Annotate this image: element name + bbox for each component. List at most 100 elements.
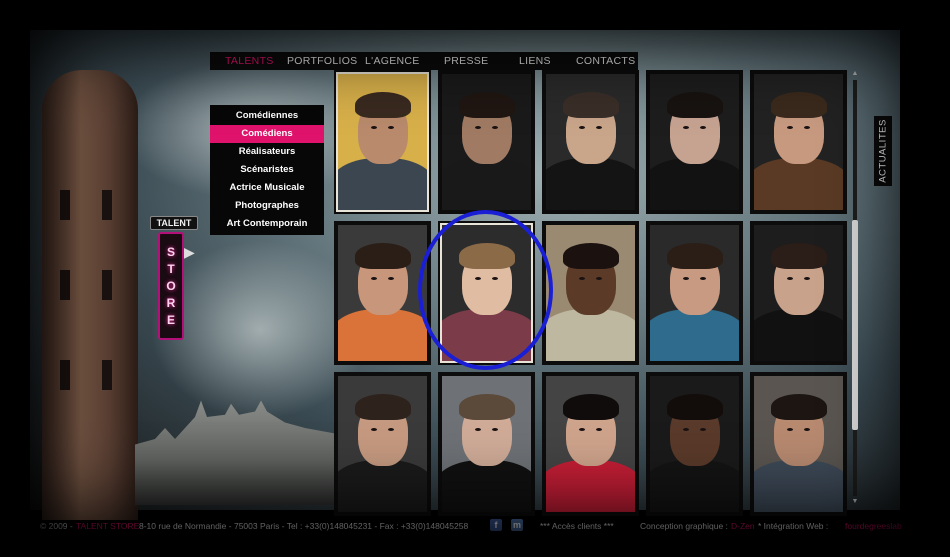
sign-body: S T O R E [158,232,184,340]
portrait-hair [770,92,827,118]
portrait-shoulders [754,309,843,361]
talent-portrait-tile[interactable] [542,372,639,516]
actualites-tab[interactable]: ACTUALITES [874,116,892,186]
nav-presse[interactable]: PRESSE [444,55,488,67]
portrait-shoulders [650,309,739,361]
talent-portrait-tile[interactable] [750,221,847,365]
main-nav: TALENTS PORTFOLIOS L'AGENCE PRESSE LIENS… [210,52,638,70]
talent-photo [650,74,739,210]
talent-photo [338,74,427,210]
portrait-shoulders [338,309,427,361]
scroll-up-icon[interactable]: ▲ [851,70,859,78]
talent-photo [338,225,427,361]
nav-contacts[interactable]: CONTACTS [576,55,635,67]
portrait-eye [579,428,585,431]
talent-portrait-tile[interactable] [750,70,847,214]
footer-address: 8-10 rue de Normandie - 75003 Paris - Te… [139,521,469,531]
talent-photo [442,376,531,512]
portrait-eye [371,428,377,431]
talent-portrait-tile[interactable] [542,221,639,365]
portrait-eye [804,277,810,280]
portrait-eye [475,428,481,431]
footer-brand-link[interactable]: TALENT STORE [76,521,139,531]
conception-label: Conception graphique : [640,521,728,531]
portrait-hair [354,394,411,420]
category-comediens[interactable]: Comédiens [210,125,324,143]
talent-store-sign-logo[interactable]: TALENT S T O R E ▶ [150,216,198,340]
portrait-eye [804,126,810,129]
portrait-hair [562,243,619,269]
talent-portrait-tile[interactable] [334,70,431,214]
category-art-contemporain[interactable]: Art Contemporain [210,215,324,233]
portrait-eye [579,277,585,280]
portrait-shoulders [546,158,635,210]
portrait-shoulders [650,460,739,512]
footer-copyright: © 2009 - [40,521,73,531]
portrait-hair [458,394,515,420]
portrait-eye [371,126,377,129]
talent-portrait-tile[interactable] [646,221,743,365]
portrait-eye [804,428,810,431]
portrait-eye [700,126,706,129]
talent-portrait-tile[interactable] [646,70,743,214]
nav-talents[interactable]: TALENTS [225,55,274,67]
integration-link[interactable]: fourdegreeslab [845,521,902,531]
talent-photo [442,225,531,361]
portrait-shoulders [442,460,531,512]
scroll-down-icon[interactable]: ▼ [851,498,859,506]
talent-portrait-tile[interactable] [646,372,743,516]
portrait-hair [458,92,515,118]
category-realisateurs[interactable]: Réalisateurs [210,143,324,161]
talent-photo [650,376,739,512]
conception-link[interactable]: D-Zen [731,521,755,531]
talent-photo [442,74,531,210]
talent-portrait-tile[interactable] [542,70,639,214]
client-access-link[interactable]: *** Accès clients *** [540,521,614,531]
facebook-icon[interactable]: f [490,519,502,531]
sign-letter: R [166,295,176,310]
talent-portrait-tile[interactable] [334,372,431,516]
tower-window [60,360,70,390]
portrait-eye [596,126,602,129]
category-scenaristes[interactable]: Scénaristes [210,161,324,179]
portrait-shoulders [754,460,843,512]
portrait-eye [596,428,602,431]
talent-portrait-tile[interactable] [438,70,535,214]
tower-window [102,190,112,220]
portrait-hair [770,243,827,269]
talent-portrait-grid [334,70,848,516]
talent-photo [754,225,843,361]
category-comediennes[interactable]: Comédiennes [210,107,324,125]
nav-agence[interactable]: L'AGENCE [365,55,420,67]
portrait-hair [666,92,723,118]
portrait-eye [371,277,377,280]
tower-window [102,360,112,390]
scroll-thumb[interactable] [852,220,858,430]
portrait-eye [700,277,706,280]
talent-portrait-tile[interactable] [334,221,431,365]
talent-photo [546,74,635,210]
portrait-shoulders [546,309,635,361]
footer: © 2009 - TALENT STORE 8-10 rue de Norman… [0,516,950,536]
portrait-shoulders [338,460,427,512]
talent-photo [546,225,635,361]
talent-portrait-tile[interactable] [438,372,535,516]
portrait-shoulders [442,158,531,210]
portrait-eye [475,126,481,129]
page: TALENTS PORTFOLIOS L'AGENCE PRESSE LIENS… [0,0,950,557]
myspace-icon[interactable]: m [511,519,523,531]
portrait-eye [700,428,706,431]
grid-scrollbar[interactable]: ▲ ▼ [851,70,859,506]
talent-portrait-tile[interactable] [750,372,847,516]
nav-liens[interactable]: LIENS [519,55,551,67]
portrait-hair [770,394,827,420]
arrow-right-icon: ▶ [184,244,195,260]
background-tower [42,70,138,520]
portrait-eye [579,126,585,129]
sign-letter: E [166,312,175,327]
category-actrice-musicale[interactable]: Actrice Musicale [210,179,324,197]
talent-portrait-tile[interactable] [438,221,535,365]
portrait-shoulders [650,158,739,210]
nav-portfolios[interactable]: PORTFOLIOS [287,55,358,67]
category-photographes[interactable]: Photographes [210,197,324,215]
